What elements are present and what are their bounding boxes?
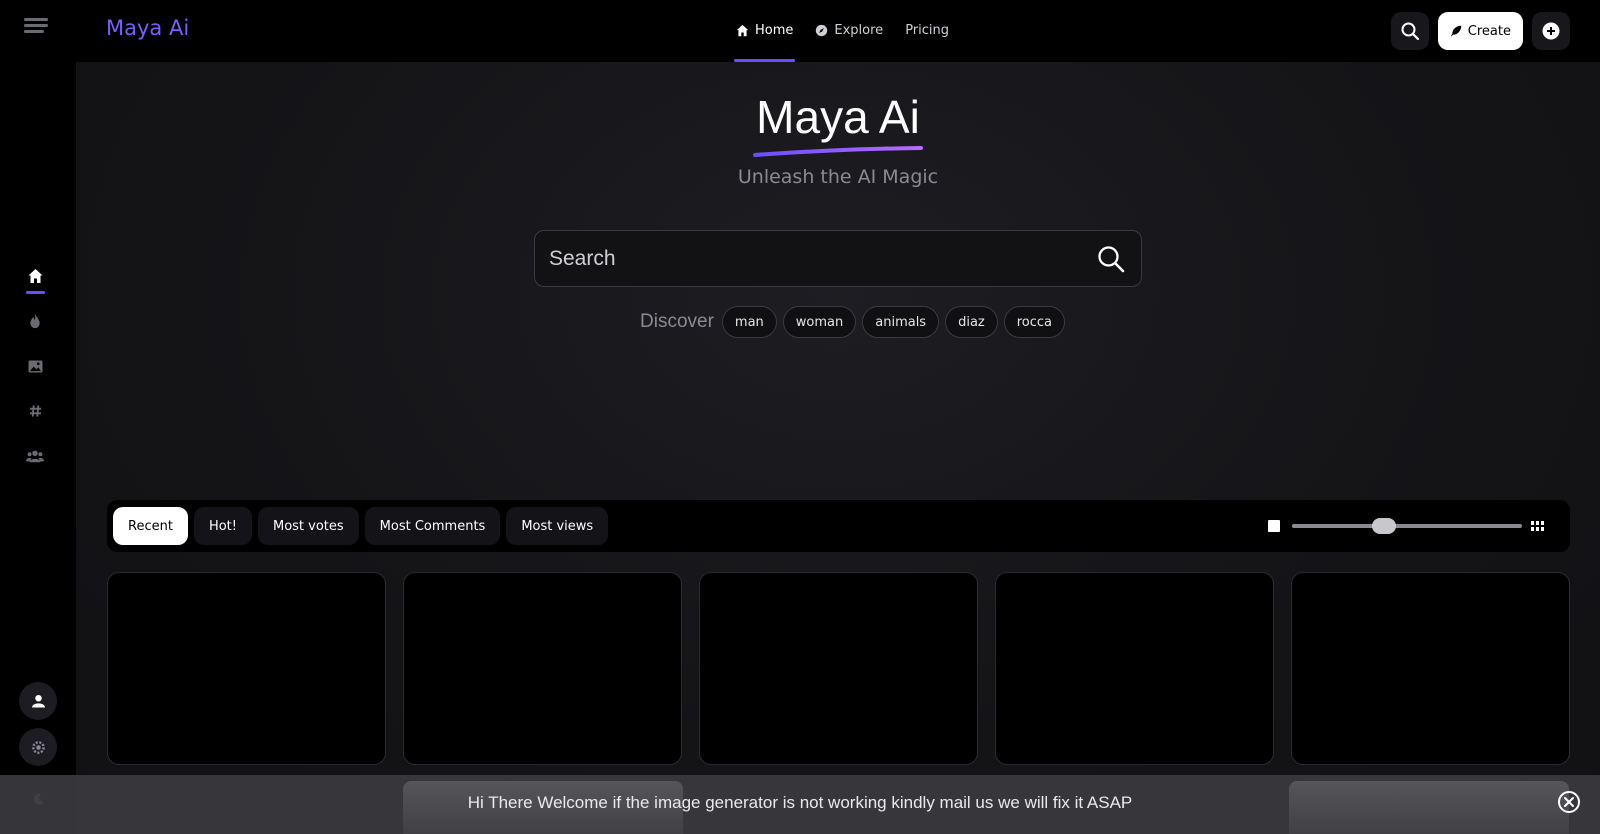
sidebar-item-hot[interactable] bbox=[26, 312, 44, 330]
create-button[interactable]: Create bbox=[1437, 12, 1523, 50]
add-button[interactable] bbox=[1532, 12, 1570, 50]
tab-hot[interactable]: Hot! bbox=[193, 507, 252, 545]
sidebar-item-home[interactable] bbox=[26, 267, 44, 285]
sidebar bbox=[0, 62, 76, 834]
hero-underline bbox=[753, 146, 923, 157]
discover-tags: Discover man woman animals diaz rocca bbox=[640, 306, 1066, 338]
image-card[interactable] bbox=[699, 572, 978, 765]
nav-pricing[interactable]: Pricing bbox=[905, 18, 949, 42]
search-box bbox=[534, 230, 1142, 287]
search-submit-button[interactable] bbox=[1095, 243, 1127, 275]
search-button[interactable] bbox=[1390, 12, 1429, 50]
nav-pricing-label: Pricing bbox=[905, 22, 950, 38]
main-nav: Home Explore Pricing bbox=[733, 18, 949, 62]
main-content: Maya Ai Unleash the AI Magic Discover ma… bbox=[76, 62, 1600, 834]
single-view-icon[interactable] bbox=[1268, 520, 1280, 532]
create-button-label: Create bbox=[1467, 23, 1511, 39]
tag-chip[interactable]: rocca bbox=[1003, 306, 1066, 338]
tag-chip[interactable]: man bbox=[721, 306, 777, 338]
sidebar-item-tags[interactable] bbox=[26, 402, 44, 420]
close-circle-icon[interactable] bbox=[1557, 790, 1581, 814]
home-icon bbox=[28, 269, 42, 283]
home-icon bbox=[736, 24, 749, 36]
discover-label: Discover bbox=[640, 311, 714, 332]
search-icon bbox=[1401, 22, 1419, 41]
grid-size-slider[interactable] bbox=[1292, 518, 1522, 534]
settings-button[interactable] bbox=[19, 728, 57, 766]
tab-most-comments[interactable]: Most Comments bbox=[364, 507, 501, 545]
tab-most-votes[interactable]: Most votes bbox=[257, 507, 359, 545]
menu-icon[interactable] bbox=[24, 18, 48, 34]
tag-chip[interactable]: woman bbox=[782, 306, 857, 338]
gear-icon bbox=[31, 740, 45, 754]
profile-button[interactable] bbox=[19, 682, 57, 720]
hashtag-icon bbox=[29, 405, 41, 417]
slider-handle[interactable] bbox=[1372, 518, 1396, 534]
brand-logo[interactable]: Maya Ai bbox=[106, 16, 189, 40]
users-icon bbox=[26, 450, 44, 463]
user-icon bbox=[31, 694, 45, 708]
hero-subtitle: Unleash the AI Magic bbox=[737, 166, 939, 188]
sidebar-item-gallery[interactable] bbox=[26, 357, 44, 375]
compass-icon bbox=[816, 24, 828, 36]
image-card[interactable] bbox=[403, 572, 682, 765]
nav-home[interactable]: Home bbox=[733, 18, 796, 62]
tab-recent[interactable]: Recent bbox=[113, 507, 188, 545]
nav-home-label: Home bbox=[755, 22, 794, 38]
hero-title: Maya Ai bbox=[756, 91, 920, 143]
grid-view-icon[interactable] bbox=[1531, 520, 1544, 532]
nav-explore[interactable]: Explore bbox=[815, 18, 883, 42]
banner-message: Hi There Welcome if the image generator … bbox=[467, 793, 1133, 812]
image-card[interactable] bbox=[107, 572, 386, 765]
image-card[interactable] bbox=[995, 572, 1274, 765]
filter-bar: Recent Hot! Most votes Most Comments Mos… bbox=[107, 500, 1570, 552]
tab-most-views[interactable]: Most views bbox=[506, 507, 609, 545]
search-icon bbox=[1098, 245, 1125, 272]
flame-icon bbox=[30, 313, 40, 328]
tag-chip[interactable]: diaz bbox=[945, 306, 998, 338]
image-icon bbox=[28, 359, 42, 373]
top-actions: Create bbox=[1390, 12, 1570, 50]
sidebar-active-indicator bbox=[26, 291, 45, 294]
feather-icon bbox=[1450, 25, 1462, 37]
sort-tabs: Recent Hot! Most votes Most Comments Mos… bbox=[113, 507, 609, 545]
top-bar: Maya Ai Home Explore Pricing Create bbox=[0, 0, 1600, 62]
search-input[interactable] bbox=[549, 246, 1095, 271]
plus-circle-icon bbox=[1542, 22, 1560, 40]
tag-chip[interactable]: animals bbox=[862, 306, 940, 338]
sidebar-item-community[interactable] bbox=[26, 447, 44, 465]
nav-explore-label: Explore bbox=[834, 22, 884, 38]
image-grid bbox=[107, 572, 1570, 765]
image-card[interactable] bbox=[1291, 572, 1570, 765]
